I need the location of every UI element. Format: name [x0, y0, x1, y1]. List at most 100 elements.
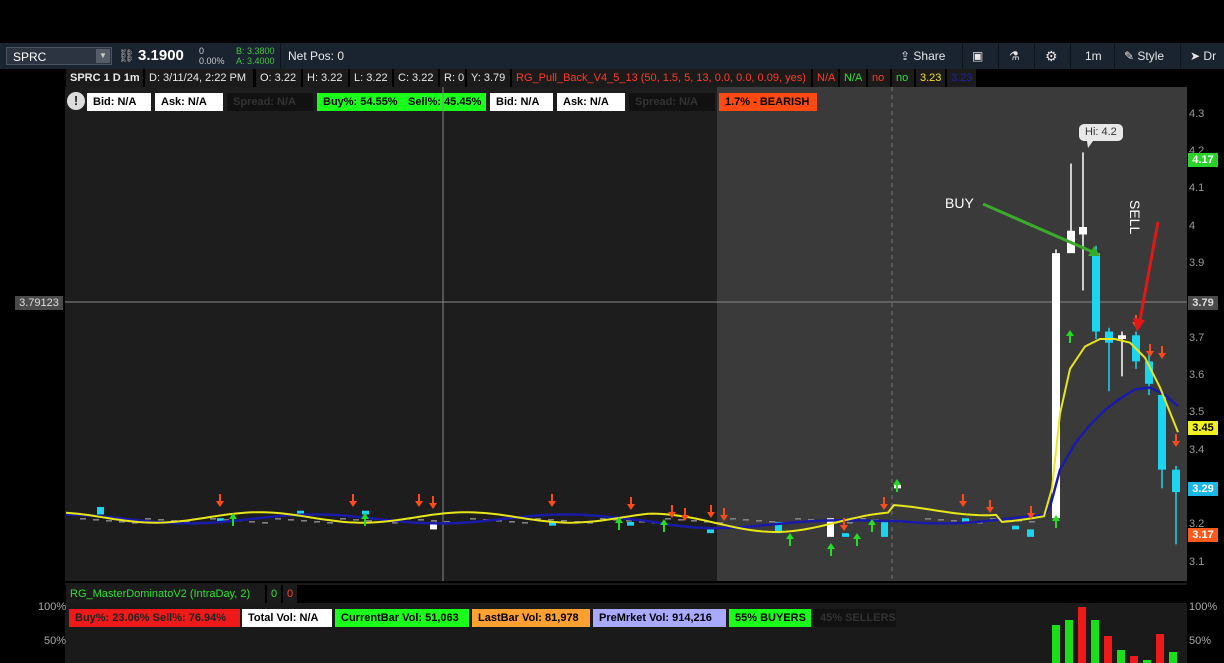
doji-candle [262, 522, 268, 524]
doji-candle [470, 518, 476, 520]
doji-candle [288, 519, 294, 521]
up-arrow-icon [853, 533, 861, 539]
doji-candle [275, 518, 281, 520]
current-bar-vol-box: CurrentBar Vol: 51,063 [335, 609, 469, 627]
down-arrow-icon [349, 501, 357, 507]
y-tick: 3.9 [1189, 257, 1205, 269]
price-flag-crosshair: 3.79 [1188, 296, 1218, 310]
down-arrow-icon [1158, 353, 1166, 359]
candle [881, 521, 888, 537]
doji-candle [314, 521, 320, 523]
doji-candle [938, 519, 944, 521]
pct-100-right: 100% [1189, 601, 1218, 613]
doji-candle [418, 519, 424, 521]
premarket-vol-box: PreMrket Vol: 914,216 [593, 609, 726, 627]
doji-candle [678, 519, 684, 521]
buyers-box: 55% BUYERS [729, 609, 811, 627]
hi-label: Hi: 4.2 [1085, 126, 1117, 138]
down-arrow-icon [720, 515, 728, 521]
down-arrow-icon [880, 504, 888, 510]
doji-candle [795, 518, 801, 520]
sellers-box: 45% SELLERS [814, 609, 896, 627]
doji-candle [548, 519, 554, 521]
doji-candle [756, 520, 762, 522]
y-tick: 3.7 [1189, 332, 1205, 344]
doji-candle [665, 518, 671, 520]
doji-candle [340, 518, 346, 520]
candles [80, 152, 1180, 545]
candle-body [1158, 395, 1166, 470]
candle-body [1172, 469, 1180, 493]
sell-annotation-text: SELL [1127, 200, 1143, 235]
candle [1027, 529, 1034, 537]
doji-candle [509, 521, 515, 523]
candle-body [1105, 331, 1113, 343]
y-tick: 3.5 [1189, 406, 1205, 418]
candle [97, 507, 104, 515]
total-vol-box: Total Vol: N/A [242, 609, 332, 627]
y-tick: 3.1 [1189, 556, 1205, 568]
buy-annotation-text: BUY [945, 195, 974, 211]
doji-candle [210, 518, 216, 520]
down-arrow-icon [986, 507, 994, 513]
down-arrow-icon [840, 525, 848, 531]
doji-candle [561, 520, 567, 522]
price-flag-high: 4.17 [1188, 153, 1218, 167]
doji-candle [366, 520, 372, 522]
doji-candle [158, 519, 164, 521]
price-flag-low: 3.17 [1188, 528, 1218, 542]
doji-candle [951, 520, 957, 522]
candle [707, 529, 714, 534]
y-tick: 4 [1189, 220, 1196, 232]
doji-candle [847, 522, 853, 524]
doji-candle [106, 520, 112, 522]
down-arrow-icon [959, 501, 967, 507]
doji-candle [431, 520, 437, 522]
doji-candle [301, 520, 307, 522]
hi-bubble-pointer [1087, 141, 1093, 148]
candle [627, 521, 634, 526]
candle [842, 533, 849, 537]
doji-candle [353, 519, 359, 521]
lower-study-label[interactable]: RG_MasterDominatoV2 (IntraDay, 2) [66, 585, 266, 603]
doji-candle [743, 519, 749, 521]
doji-candle [93, 519, 99, 521]
candle-body [1092, 253, 1100, 332]
up-arrow-icon [1066, 330, 1074, 336]
doji-candle [769, 521, 775, 523]
last-bar-vol-box: LastBar Vol: 81,978 [472, 609, 590, 627]
sell-annotation-line [1138, 221, 1160, 321]
candle [1012, 525, 1019, 530]
doji-candle [327, 522, 333, 524]
doji-candle [249, 521, 255, 523]
pct-50-right: 50% [1189, 635, 1212, 647]
doji-candle [1029, 521, 1035, 523]
price-chart[interactable] [0, 0, 1224, 663]
y-tick: 3.6 [1189, 369, 1205, 381]
y-tick: 4.3 [1189, 108, 1205, 120]
price-flag-last: 3.29 [1188, 482, 1218, 496]
candle-body [1079, 227, 1087, 235]
up-arrow-icon [827, 543, 835, 549]
pct-50-left: 50% [44, 635, 67, 647]
up-arrow-icon [786, 533, 794, 539]
down-arrow-icon [415, 501, 423, 507]
down-arrow-icon [707, 512, 715, 518]
lower-value-1: 0 [267, 585, 282, 603]
pct-100-left: 100% [38, 601, 67, 613]
doji-candle [730, 518, 736, 520]
doji-candle [80, 518, 86, 520]
down-arrow-icon [429, 503, 437, 509]
down-arrow-icon [216, 501, 224, 507]
doji-candle [145, 518, 151, 520]
buy-annotation-line [982, 202, 1096, 255]
down-arrow-icon [627, 504, 635, 510]
doji-candle [691, 520, 697, 522]
y-tick: 3.4 [1189, 444, 1205, 456]
doji-candle [522, 522, 528, 524]
doji-candle [925, 518, 931, 520]
candle-body [1118, 335, 1126, 339]
down-arrow-icon [1172, 441, 1180, 447]
down-arrow-icon [548, 501, 556, 507]
ema-slow-line [65, 386, 1179, 530]
